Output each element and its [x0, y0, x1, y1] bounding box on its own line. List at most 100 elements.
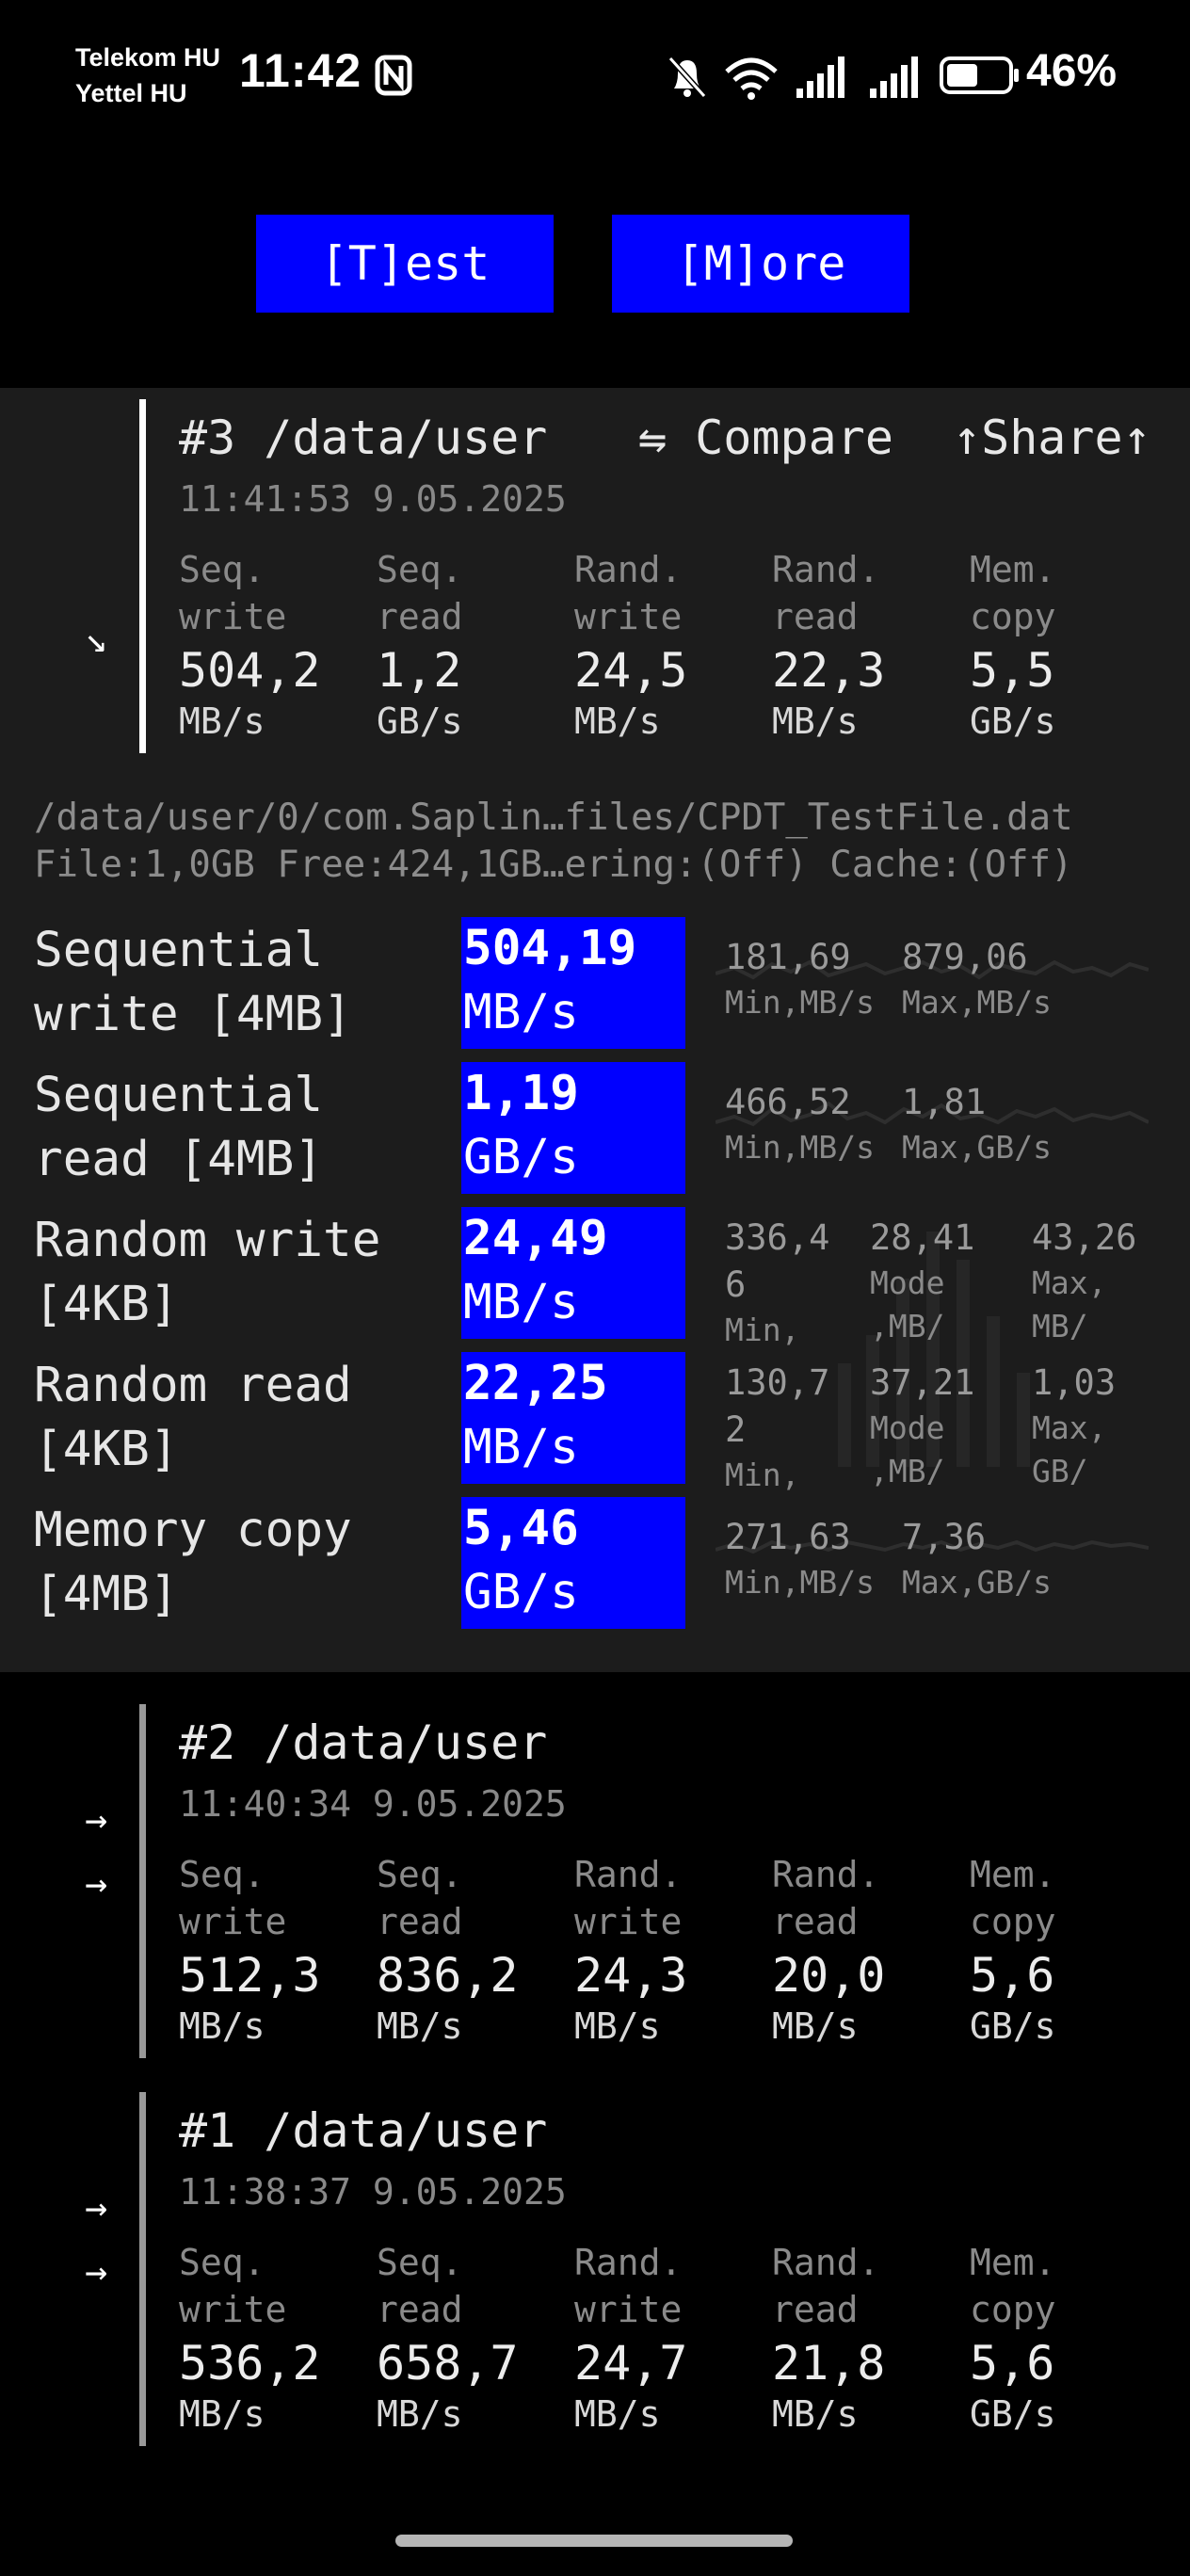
result-1-card[interactable]: → → #1 /data/user 11:38:37 9.05.2025 Seq…: [0, 2083, 1190, 2450]
metric-value: 24,7: [574, 2336, 688, 2391]
metric-unit: MB/s: [574, 700, 661, 742]
nfc-icon: [375, 55, 412, 96]
test-value: 1,19: [463, 1066, 579, 1121]
stat-value: 336,4 6: [725, 1217, 830, 1305]
test-value-box: 504,19 MB/s: [461, 917, 685, 1049]
metric-label: Mem. copy: [970, 2242, 1056, 2330]
mute-icon: [667, 56, 707, 99]
metric-value: 5,5: [970, 643, 1055, 698]
stat-label: Min,MB/s: [725, 1129, 875, 1166]
metric-unit: MB/s: [179, 700, 265, 742]
metric-unit: MB/s: [574, 2005, 661, 2047]
battery-percent: 46%: [1026, 46, 1118, 96]
metric-label: Seq. read: [377, 1854, 463, 1942]
metric-rand-write: Rand. write 24,3 MB/s: [574, 1851, 763, 2047]
stat-value: 879,06: [902, 937, 1028, 977]
result-timestamp: 11:40:34 9.05.2025: [179, 1783, 567, 1825]
stat-max: 7,36 Max,GB/s: [902, 1514, 1052, 1604]
metric-value: 24,5: [574, 643, 688, 698]
metric-rand-read: Rand. read 21,8 MB/s: [772, 2239, 960, 2435]
wifi-icon: [725, 57, 778, 100]
result-card-bar: [139, 399, 146, 753]
metric-unit: MB/s: [772, 700, 859, 742]
status-time: 11:42: [239, 44, 362, 97]
stat-label: Min,MB/s: [725, 984, 875, 1021]
metric-rand-read: Rand. read 22,3 MB/s: [772, 546, 960, 742]
expand-arrow-icon[interactable]: →: [85, 1798, 107, 1842]
test-value-box: 22,25 MB/s: [461, 1352, 685, 1484]
stat-label: Min,: [725, 1457, 800, 1493]
signal-icon-2: [870, 56, 918, 98]
share-button[interactable]: ↑Share↑: [953, 411, 1151, 465]
status-icons: [667, 56, 918, 100]
metric-label: Seq. write: [179, 1854, 287, 1942]
metric-mem-copy: Mem. copy 5,6 GB/s: [970, 2239, 1158, 2435]
test-value-box: 1,19 GB/s: [461, 1062, 685, 1194]
metric-label: Rand. read: [772, 2242, 880, 2330]
metric-label: Seq. read: [377, 549, 463, 637]
stat-value: 130,7 2: [725, 1362, 830, 1450]
carrier-1: Telekom HU: [75, 43, 221, 72]
metric-label: Seq. read: [377, 2242, 463, 2330]
test-value: 22,25: [463, 1356, 608, 1411]
metric-rand-write: Rand. write 24,7 MB/s: [574, 2239, 763, 2435]
carrier-names: Telekom HU Yettel HU: [75, 40, 220, 111]
stat-mode: 28,41 Mode ,MB/: [870, 1215, 974, 1348]
stat-mode: 37,21 Mode ,MB/: [870, 1360, 974, 1493]
collapse-arrow-icon[interactable]: ↘: [85, 618, 107, 661]
expand-arrow-icon[interactable]: →: [85, 2186, 107, 2230]
metric-unit: MB/s: [377, 2005, 463, 2047]
result-timestamp: 11:41:53 9.05.2025: [179, 478, 567, 520]
stat-label: Max,GB/s: [902, 1564, 1052, 1601]
stat-label: Max,MB/s: [902, 984, 1052, 1021]
metric-label: Seq. write: [179, 549, 287, 637]
test-file-path: /data/user/0/com.Saplin…files/CPDT_TestF…: [34, 797, 1073, 839]
metric-value: 22,3: [772, 643, 886, 698]
metric-unit: GB/s: [970, 2005, 1056, 2047]
metric-value: 5,6: [970, 2336, 1055, 2391]
test-file-info: File:1,0GB Free:424,1GB…ering:(Off) Cach…: [34, 844, 1073, 886]
test-name: Sequential read [4MB]: [34, 1068, 324, 1187]
test-row-rand-write: Random write [4KB] 24,49 MB/s 336,4 6 Mi…: [0, 1207, 1190, 1467]
home-indicator[interactable]: [395, 2535, 793, 2547]
stat-min: 466,52 Min,MB/s: [725, 1079, 875, 1169]
result-title[interactable]: #3 /data/user: [179, 411, 547, 465]
stat-max: 879,06 Max,MB/s: [902, 934, 1052, 1024]
test-row-mem-copy: Memory copy [4MB] 5,46 GB/s 271,63 Min,M…: [0, 1497, 1190, 1633]
stat-min: 130,7 2 Min,: [725, 1360, 829, 1497]
metric-unit: MB/s: [179, 2393, 265, 2435]
stat-label: Min,MB/s: [725, 1564, 875, 1601]
result-timestamp: 11:38:37 9.05.2025: [179, 2171, 567, 2213]
test-unit: GB/s: [463, 1565, 579, 1620]
metric-seq-read: Seq. read 836,2 MB/s: [377, 1851, 565, 2047]
metric-value: 21,8: [772, 2336, 886, 2391]
metric-value: 536,2: [179, 2336, 321, 2391]
more-button[interactable]: [M]ore: [612, 215, 909, 313]
stat-value: 1,81: [902, 1082, 987, 1122]
metric-unit: MB/s: [574, 2393, 661, 2435]
stat-value: 1,03: [1032, 1362, 1117, 1403]
metric-value: 836,2: [377, 1948, 519, 2003]
compare-button[interactable]: ⇋ Compare: [638, 411, 893, 465]
stat-label: Mode ,MB/: [870, 1264, 945, 1344]
metric-unit: GB/s: [970, 2393, 1056, 2435]
stat-value: 37,21: [870, 1362, 975, 1403]
metric-value: 504,2: [179, 643, 321, 698]
stat-min: 181,69 Min,MB/s: [725, 934, 875, 1024]
status-bar: Telekom HU Yettel HU 11:42 46%: [0, 0, 1190, 151]
test-button[interactable]: [T]est: [256, 215, 554, 313]
metric-unit: MB/s: [179, 2005, 265, 2047]
result-card-bar: [139, 2092, 146, 2446]
test-unit: MB/s: [463, 985, 579, 1040]
result-title: #1 /data/user: [179, 2103, 548, 2158]
test-name: Memory copy [4MB]: [34, 1503, 352, 1622]
test-unit: MB/s: [463, 1275, 579, 1330]
stat-label: Max, MB/: [1032, 1264, 1107, 1344]
stat-label: Mode ,MB/: [870, 1409, 945, 1489]
test-value: 24,49: [463, 1211, 608, 1266]
expand-arrow-icon[interactable]: →: [85, 2250, 107, 2294]
metric-value: 20,0: [772, 1948, 886, 2003]
expand-arrow-icon[interactable]: →: [85, 1862, 107, 1906]
metric-rand-write: Rand. write 24,5 MB/s: [574, 546, 763, 742]
result-2-card[interactable]: → → #2 /data/user 11:40:34 9.05.2025 Seq…: [0, 1695, 1190, 2062]
